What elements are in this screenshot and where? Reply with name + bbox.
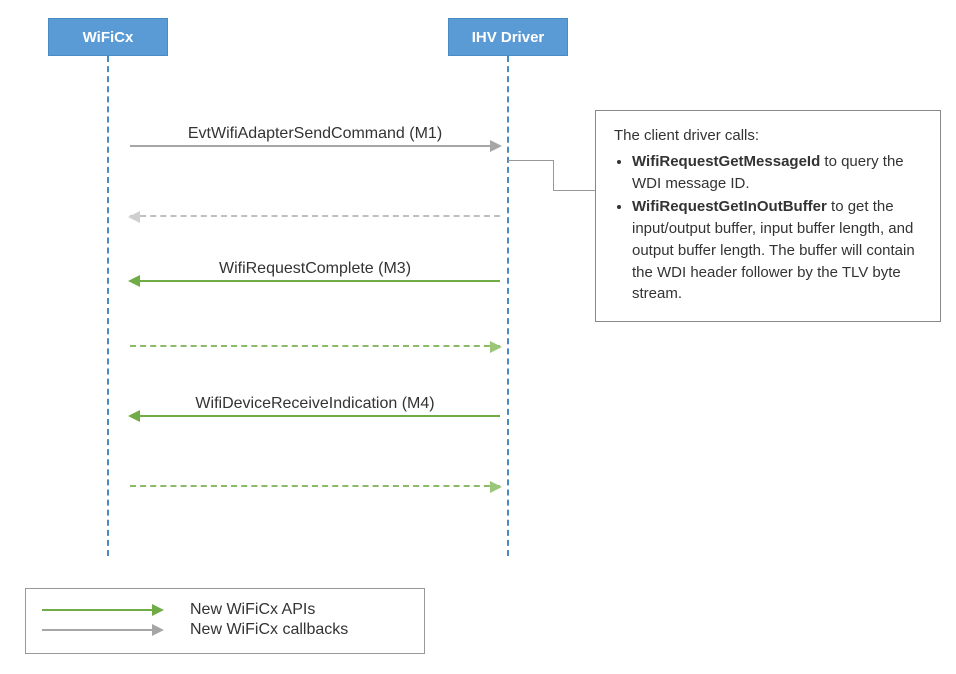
legend-row-callbacks: New WiFiCx callbacks [42,621,408,639]
note-connector-h1 [508,160,553,161]
participant-wificx-label: WiFiCx [83,29,134,46]
message-m1-label: EvtWifiAdapterSendCommand (M1) [130,125,500,143]
participant-ihv: IHV Driver [448,18,568,56]
arrowhead-right-icon [490,481,502,493]
arrowhead-right-icon [152,624,164,636]
message-m4-label: WifiDeviceReceiveIndication (M4) [130,395,500,413]
message-m3-label: WifiRequestComplete (M3) [130,260,500,278]
arrowhead-right-icon [152,604,164,616]
note-item-2-bold: WifiRequestGetInOutBuffer [632,198,827,215]
message-m4: WifiDeviceReceiveIndication (M4) [130,395,500,417]
note-item-1: WifiRequestGetMessageId to query the WDI… [632,151,924,195]
legend-label-callbacks: New WiFiCx callbacks [190,621,348,639]
message-m3-return [130,345,500,347]
lifeline-ihv [507,56,509,556]
arrow-line-m3 [130,280,500,282]
note-list: WifiRequestGetMessageId to query the WDI… [632,151,924,305]
legend-arrow-gray [42,629,162,631]
note-connector-v [553,160,554,190]
arrow-line-return1 [130,215,500,217]
participant-ihv-label: IHV Driver [472,29,545,46]
message-m1-return [130,215,500,217]
legend-label-apis: New WiFiCx APIs [190,601,315,619]
arrow-line-m4 [130,415,500,417]
note-connector-h2 [553,190,595,191]
legend-row-apis: New WiFiCx APIs [42,601,408,619]
legend-box: New WiFiCx APIs New WiFiCx callbacks [25,588,425,654]
message-m3: WifiRequestComplete (M3) [130,260,500,282]
arrowhead-left-icon [128,410,140,422]
arrowhead-left-icon [128,275,140,287]
arrow-line-return2 [130,345,500,347]
note-item-2: WifiRequestGetInOutBuffer to get the inp… [632,196,924,305]
note-box: The client driver calls: WifiRequestGetM… [595,110,941,322]
arrowhead-right-icon [490,140,502,152]
legend-arrow-green [42,609,162,611]
arrowhead-right-icon [490,341,502,353]
lifeline-wificx [107,56,109,556]
arrowhead-left-icon [128,211,140,223]
note-item-1-bold: WifiRequestGetMessageId [632,153,820,170]
message-m1: EvtWifiAdapterSendCommand (M1) [130,125,500,147]
participant-wificx: WiFiCx [48,18,168,56]
arrow-line-m1 [130,145,500,147]
arrow-line-return3 [130,485,500,487]
message-m4-return [130,485,500,487]
note-intro: The client driver calls: [614,125,924,147]
